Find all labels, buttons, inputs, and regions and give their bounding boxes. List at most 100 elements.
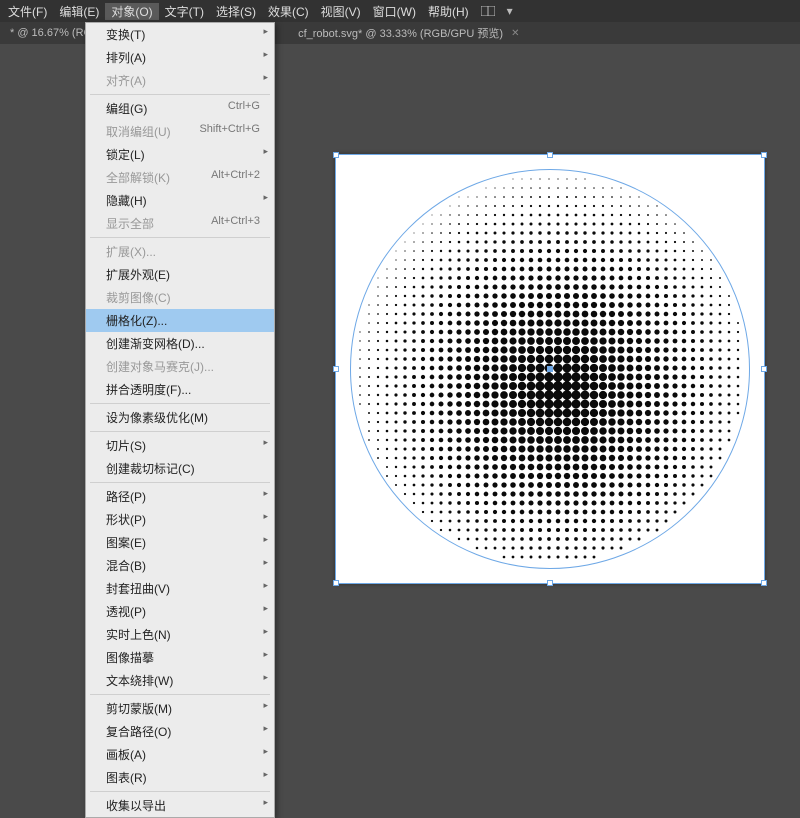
menu-shortcut: Alt+Ctrl+3 [211, 215, 260, 232]
menubar-item-2[interactable]: 对象(O) [105, 3, 158, 20]
menu-item-label: 裁剪图像(C) [106, 289, 171, 306]
menu-item-label: 栅格化(Z)... [106, 312, 167, 329]
menu-item-label: 透视(P) [106, 603, 146, 620]
menu-item-label: 剪切蒙版(M) [106, 700, 172, 717]
menu-item-label: 切片(S) [106, 437, 146, 454]
menu-item[interactable]: 扩展外观(E) [86, 263, 274, 286]
menu-item-label: 实时上色(N) [106, 626, 171, 643]
menu-item-label: 图像描摹 [106, 649, 154, 666]
chevron-down-icon[interactable]: ▾ [501, 4, 519, 18]
menubar-item-3[interactable]: 文字(T) [159, 3, 210, 20]
menu-item-label: 路径(P) [106, 488, 146, 505]
menubar-item-6[interactable]: 视图(V) [315, 3, 367, 20]
menu-item: 创建对象马赛克(J)... [86, 355, 274, 378]
workspace-icon[interactable] [479, 4, 497, 18]
menu-item-label: 对齐(A) [106, 72, 146, 89]
menu-item-label: 取消编组(U) [106, 123, 171, 140]
menu-shortcut: Shift+Ctrl+G [199, 123, 260, 140]
menu-item[interactable]: 路径(P) [86, 485, 274, 508]
menu-item-label: 混合(B) [106, 557, 146, 574]
menu-item[interactable]: 编组(G) Ctrl+G [86, 97, 274, 120]
menu-item-label: 创建对象马赛克(J)... [106, 358, 214, 375]
menu-item[interactable]: 创建裁切标记(C) [86, 457, 274, 480]
menu-item-label: 扩展外观(E) [106, 266, 170, 283]
menu-item[interactable]: 图表(R) [86, 766, 274, 789]
resize-handle[interactable] [333, 366, 339, 372]
center-handle[interactable] [547, 366, 553, 372]
menu-item[interactable]: 文本绕排(W) [86, 669, 274, 692]
menu-item[interactable]: 剪切蒙版(M) [86, 697, 274, 720]
menu-item[interactable]: 切片(S) [86, 434, 274, 457]
menu-item[interactable]: 画板(A) [86, 743, 274, 766]
menubar-item-8[interactable]: 帮助(H) [422, 3, 475, 20]
document-tab-1[interactable]: cf_robot.svg* @ 33.33% (RGB/GPU 预览) ✕ [290, 25, 527, 41]
resize-handle[interactable] [547, 152, 553, 158]
resize-handle[interactable] [333, 580, 339, 586]
menu-separator [90, 431, 270, 432]
resize-handle[interactable] [547, 580, 553, 586]
menu-item[interactable]: 图像描摹 [86, 646, 274, 669]
menu-item-label: 创建渐变网格(D)... [106, 335, 205, 352]
menu-item[interactable]: 变换(T) [86, 23, 274, 46]
menu-item[interactable]: 拼合透明度(F)... [86, 378, 274, 401]
menu-item-label: 画板(A) [106, 746, 146, 763]
menu-separator [90, 694, 270, 695]
menu-item[interactable]: 排列(A) [86, 46, 274, 69]
menu-item[interactable]: 封套扭曲(V) [86, 577, 274, 600]
menu-item-label: 图表(R) [106, 769, 147, 786]
menu-separator [90, 237, 270, 238]
close-icon[interactable]: ✕ [511, 28, 519, 39]
selection-bounding-box[interactable] [335, 154, 765, 584]
resize-handle[interactable] [761, 152, 767, 158]
menu-item-label: 拼合透明度(F)... [106, 381, 191, 398]
menu-item-label: 创建裁切标记(C) [106, 460, 195, 477]
menu-item: 取消编组(U) Shift+Ctrl+G [86, 120, 274, 143]
menu-item-label: 变换(T) [106, 26, 145, 43]
tab-label: cf_robot.svg* @ 33.33% (RGB/GPU 预览) [298, 25, 503, 41]
menu-item: 全部解锁(K) Alt+Ctrl+2 [86, 166, 274, 189]
menu-item[interactable]: 栅格化(Z)... [86, 309, 274, 332]
resize-handle[interactable] [761, 580, 767, 586]
menubar-item-4[interactable]: 选择(S) [210, 3, 262, 20]
menubar: 文件(F)编辑(E)对象(O)文字(T)选择(S)效果(C)视图(V)窗口(W)… [0, 0, 800, 22]
menu-item-label: 全部解锁(K) [106, 169, 170, 186]
menubar-item-7[interactable]: 窗口(W) [367, 3, 422, 20]
object-menu-dropdown[interactable]: 变换(T) 排列(A) 对齐(A) 编组(G) Ctrl+G 取消编组(U) Shift+C… [85, 22, 275, 818]
menu-item-label: 扩展(X)... [106, 243, 156, 260]
menubar-item-0[interactable]: 文件(F) [2, 3, 53, 20]
menu-item[interactable]: 创建渐变网格(D)... [86, 332, 274, 355]
menu-item-label: 复合路径(O) [106, 723, 171, 740]
menu-item: 裁剪图像(C) [86, 286, 274, 309]
menu-separator [90, 403, 270, 404]
menu-separator [90, 791, 270, 792]
menu-item: 对齐(A) [86, 69, 274, 92]
menu-item[interactable]: 形状(P) [86, 508, 274, 531]
tab-label: * @ 16.67% (RG [10, 27, 92, 39]
menu-item-label: 设为像素级优化(M) [106, 409, 208, 426]
menu-item-label: 图案(E) [106, 534, 146, 551]
resize-handle[interactable] [333, 152, 339, 158]
menu-item[interactable]: 混合(B) [86, 554, 274, 577]
resize-handle[interactable] [761, 366, 767, 372]
menu-item-label: 显示全部 [106, 215, 154, 232]
menu-item-label: 文本绕排(W) [106, 672, 173, 689]
menu-item[interactable]: 图案(E) [86, 531, 274, 554]
menu-item-label: 形状(P) [106, 511, 146, 528]
menu-item-label: 编组(G) [106, 100, 147, 117]
menu-item[interactable]: 设为像素级优化(M) [86, 406, 274, 429]
menu-separator [90, 482, 270, 483]
menu-shortcut: Alt+Ctrl+2 [211, 169, 260, 186]
menu-item-label: 收集以导出 [106, 797, 166, 814]
menu-separator [90, 94, 270, 95]
menu-item[interactable]: 透视(P) [86, 600, 274, 623]
menu-item[interactable]: 收集以导出 [86, 794, 274, 817]
menu-item[interactable]: 锁定(L) [86, 143, 274, 166]
menu-item[interactable]: 隐藏(H) [86, 189, 274, 212]
menu-item[interactable]: 复合路径(O) [86, 720, 274, 743]
menu-item[interactable]: 实时上色(N) [86, 623, 274, 646]
menubar-item-5[interactable]: 效果(C) [262, 3, 315, 20]
menu-shortcut: Ctrl+G [228, 100, 260, 117]
menu-item-label: 排列(A) [106, 49, 146, 66]
menubar-item-1[interactable]: 编辑(E) [53, 3, 105, 20]
menu-item-label: 封套扭曲(V) [106, 580, 170, 597]
